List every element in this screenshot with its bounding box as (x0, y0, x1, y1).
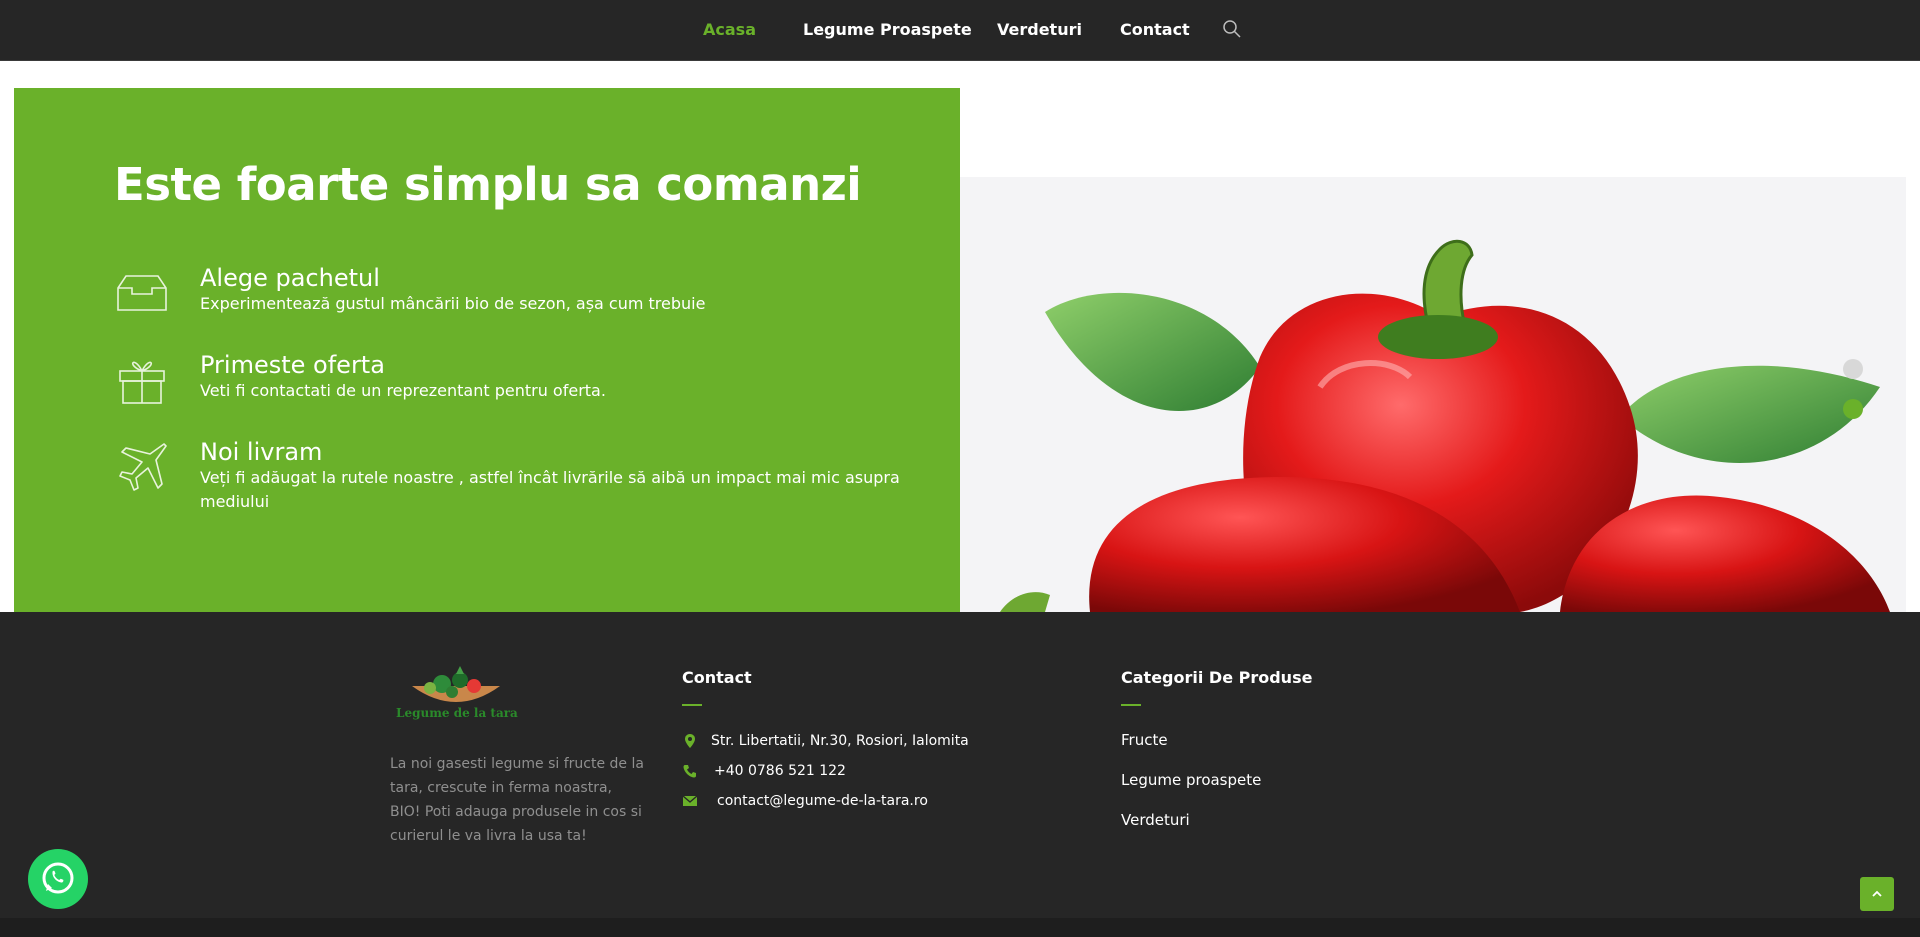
step-title: Noi livram (200, 438, 323, 466)
step-choose-package: Alege pachetul Experimentează gustul mân… (114, 264, 914, 334)
step-we-deliver: Noi livram Veți fi adăugat la rutele noa… (114, 438, 914, 511)
address-text: Str. Libertatii, Nr.30, Rosiori, Ialomit… (711, 733, 969, 749)
whatsapp-icon (42, 862, 74, 894)
contact-heading-underline (682, 704, 702, 706)
step-receive-offer: Primeste oferta Veti fi contactati de un… (114, 351, 914, 421)
about-text: La noi gasesti legume si fructe de la ta… (390, 756, 644, 844)
slider-dot-1[interactable] (1843, 359, 1863, 379)
gift-icon (119, 361, 165, 404)
phone-icon (683, 765, 696, 778)
order-steps-panel: Este foarte simplu sa comanzi Alege pach… (14, 88, 960, 612)
nav-item-legume-proaspete[interactable]: Legume Proaspete (803, 20, 972, 39)
step-description: Veți fi adăugat la rutele noastre , astf… (200, 468, 900, 511)
categories-heading-underline (1121, 704, 1141, 706)
footer-bottom-strip (0, 918, 1920, 937)
step-title: Primeste oferta (200, 351, 385, 379)
category-link-legume-proaspete[interactable]: Legume proaspete (1121, 771, 1261, 789)
step-title: Alege pachetul (200, 264, 380, 292)
contact-address: Str. Libertatii, Nr.30, Rosiori, Ialomit… (682, 731, 982, 751)
red-peppers-image (960, 177, 1906, 612)
chevron-up-icon (1872, 890, 1882, 897)
email-text[interactable]: contact@legume-de-la-tara.ro (717, 791, 928, 811)
step-description: Veti fi contactati de un reprezentant pe… (200, 381, 606, 400)
hero-title: Este foarte simplu sa comanzi (114, 158, 862, 211)
hero-image-red-peppers (960, 177, 1906, 612)
envelope-icon (682, 795, 698, 806)
slider-dot-2-active[interactable] (1843, 399, 1863, 419)
step-description: Experimentează gustul mâncării bio de se… (200, 294, 706, 313)
search-icon[interactable] (1222, 19, 1242, 39)
category-link-fructe[interactable]: Fructe (1121, 731, 1168, 749)
whatsapp-chat-button[interactable] (28, 849, 88, 909)
nav-item-verdeturi[interactable]: Verdeturi (997, 20, 1082, 39)
phone-text[interactable]: +40 0786 521 122 (714, 761, 846, 781)
nav-item-acasa[interactable]: Acasa (703, 20, 756, 39)
top-navigation-bar: Acasa Legume Proaspete Verdeturi Contact (0, 0, 1920, 61)
contact-heading: Contact (682, 668, 752, 687)
back-to-top-button[interactable] (1860, 877, 1894, 911)
airplane-icon (119, 443, 167, 491)
nav-item-contact[interactable]: Contact (1120, 20, 1190, 39)
category-link-verdeturi[interactable]: Verdeturi (1121, 811, 1190, 829)
contact-phone: +40 0786 521 122 (682, 761, 982, 781)
categories-heading: Categorii De Produse (1121, 668, 1313, 687)
contact-email: contact@legume-de-la-tara.ro (682, 791, 982, 811)
map-marker-icon (685, 734, 695, 748)
logo-text: Legume de la tara (396, 706, 518, 720)
box-icon (117, 275, 167, 311)
